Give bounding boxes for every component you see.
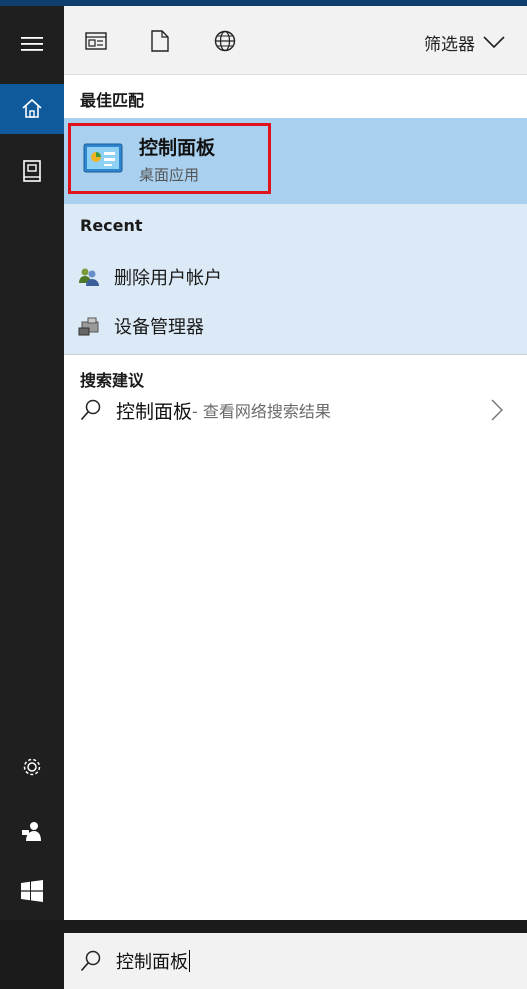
recent-item-device-manager[interactable]: 设备管理器	[78, 310, 204, 342]
recent-header: Recent	[80, 216, 143, 235]
search-input[interactable]: 控制面板	[116, 948, 188, 974]
best-match-item[interactable]: 控制面板 桌面应用	[68, 123, 271, 194]
feedback-icon	[22, 822, 41, 841]
web-globe-icon	[214, 30, 236, 52]
web-filter-button[interactable]	[212, 28, 238, 54]
chevron-right-icon	[491, 399, 503, 421]
search-box[interactable]: 控制面板	[64, 933, 527, 989]
control-panel-icon	[83, 143, 123, 172]
best-match-header: 最佳匹配	[80, 91, 145, 110]
recent-area: Recent 删除用户帐户 设备管理器	[64, 204, 527, 355]
recent-item-user-accounts[interactable]: 删除用户帐户	[78, 261, 222, 293]
best-match-area: 控制面板 桌面应用	[64, 118, 527, 204]
best-match-title: 控制面板	[139, 136, 216, 159]
documents-filter-button[interactable]	[147, 28, 173, 54]
toolbar: 筛选器	[64, 6, 527, 75]
apps-icon	[85, 32, 107, 50]
recent-item-label: 删除用户帐户	[114, 268, 222, 289]
search-panel: 筛选器 最佳匹配 控制面板 桌面应用 Recent 删除用户帐户 设备管理器 搜…	[64, 6, 527, 989]
search-icon	[80, 399, 101, 421]
search-box-icon	[80, 950, 101, 972]
filter-dropdown[interactable]: 筛选器	[424, 28, 505, 56]
text-caret	[189, 950, 190, 972]
menu-button[interactable]	[0, 19, 64, 69]
hamburger-icon	[21, 37, 43, 51]
feedback-button[interactable]	[0, 806, 64, 856]
suggestion-hint: - 查看网络搜索结果	[192, 402, 331, 421]
recent-item-label: 设备管理器	[114, 317, 204, 338]
user-accounts-icon	[79, 268, 99, 286]
web-suggestion-item[interactable]: 控制面板 - 查看网络搜索结果	[64, 385, 527, 435]
device-manager-icon	[78, 317, 99, 336]
start-button[interactable]	[0, 866, 64, 916]
suggestion-query: 控制面板	[116, 400, 193, 423]
apps-filter-button[interactable]	[83, 28, 109, 54]
home-button[interactable]	[0, 84, 64, 134]
settings-button[interactable]	[0, 742, 64, 792]
home-icon	[22, 99, 42, 118]
notebook-icon	[23, 160, 41, 182]
best-match-subtitle: 桌面应用	[139, 165, 200, 184]
gear-icon	[23, 758, 41, 776]
results-area: 最佳匹配 控制面板 桌面应用 Recent 删除用户帐户 设备管理器 搜索建议 …	[64, 75, 527, 989]
notebook-button[interactable]	[0, 146, 64, 196]
windows-logo-icon	[21, 880, 43, 902]
left-rail	[0, 6, 64, 920]
chevron-down-icon	[483, 36, 505, 48]
filter-label: 筛选器	[424, 34, 475, 55]
document-icon	[151, 30, 169, 52]
